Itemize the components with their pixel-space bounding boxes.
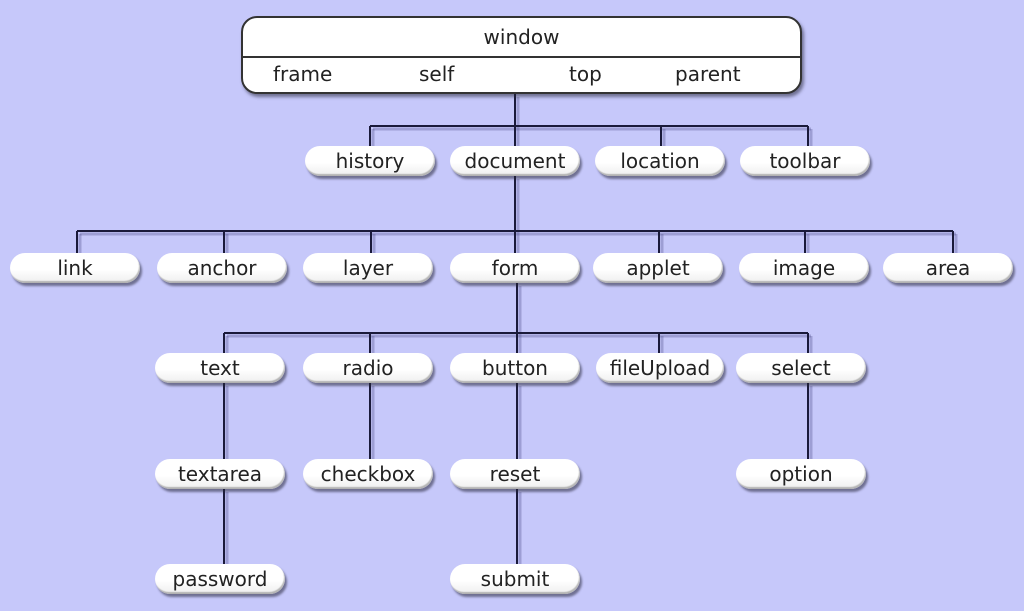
node-reset[interactable]: reset xyxy=(450,459,580,489)
node-submit[interactable]: submit xyxy=(450,564,580,594)
node-password[interactable]: password xyxy=(155,564,285,594)
node-area[interactable]: area xyxy=(883,253,1013,283)
window-prop-top[interactable]: top xyxy=(569,62,602,86)
node-textarea[interactable]: textarea xyxy=(155,459,285,489)
node-link[interactable]: link xyxy=(10,253,140,283)
node-history[interactable]: history xyxy=(305,146,435,176)
node-applet[interactable]: applet xyxy=(593,253,723,283)
node-text[interactable]: text xyxy=(155,353,285,383)
window-prop-frame[interactable]: frame xyxy=(273,62,332,86)
node-document[interactable]: document xyxy=(450,146,580,176)
node-form[interactable]: form xyxy=(450,253,580,283)
window-prop-parent[interactable]: parent xyxy=(675,62,741,86)
node-select[interactable]: select xyxy=(736,353,866,383)
node-toolbar[interactable]: toolbar xyxy=(740,146,870,176)
node-layer[interactable]: layer xyxy=(303,253,433,283)
node-button[interactable]: button xyxy=(450,353,580,383)
node-radio[interactable]: radio xyxy=(303,353,433,383)
node-checkbox[interactable]: checkbox xyxy=(303,459,433,489)
node-location[interactable]: location xyxy=(595,146,725,176)
window-prop-self[interactable]: self xyxy=(419,62,454,86)
node-option[interactable]: option xyxy=(736,459,866,489)
node-window[interactable]: window frame self top parent xyxy=(241,16,802,94)
node-fileupload[interactable]: fileUpload xyxy=(596,353,724,383)
node-image[interactable]: image xyxy=(739,253,869,283)
node-anchor[interactable]: anchor xyxy=(157,253,287,283)
window-title: window xyxy=(243,18,800,58)
